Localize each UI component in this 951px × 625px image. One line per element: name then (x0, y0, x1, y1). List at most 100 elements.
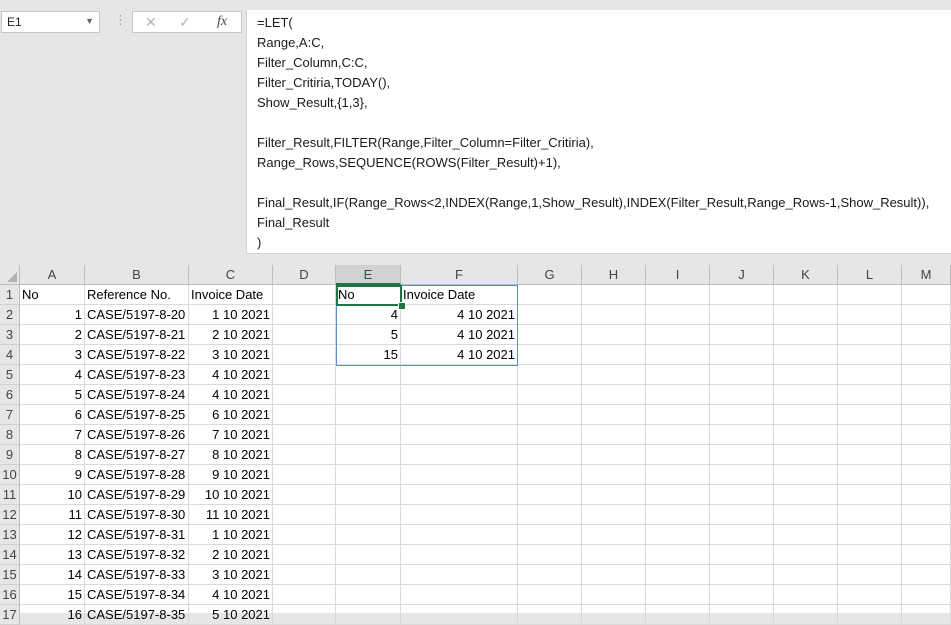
cell-a13[interactable]: 12 (20, 525, 85, 545)
cell-a9[interactable]: 8 (20, 445, 85, 465)
cell-b14[interactable]: CASE/5197-8-32 (85, 545, 189, 565)
cell-f16[interactable] (401, 585, 518, 605)
cell-d4[interactable] (273, 345, 336, 365)
cell-j14[interactable] (710, 545, 774, 565)
cell-f2[interactable]: 4 10 2021 (401, 305, 518, 325)
cell-m3[interactable] (902, 325, 951, 345)
cell-h8[interactable] (582, 425, 646, 445)
row-header[interactable]: 8 (0, 425, 20, 445)
cell-f6[interactable] (401, 385, 518, 405)
cell-c4[interactable]: 3 10 2021 (189, 345, 273, 365)
cell-j11[interactable] (710, 485, 774, 505)
cell-l15[interactable] (838, 565, 902, 585)
cell-g9[interactable] (518, 445, 582, 465)
column-header-h[interactable]: H (582, 265, 646, 285)
cell-h2[interactable] (582, 305, 646, 325)
cell-h13[interactable] (582, 525, 646, 545)
cell-c9[interactable]: 8 10 2021 (189, 445, 273, 465)
cell-d9[interactable] (273, 445, 336, 465)
cell-i5[interactable] (646, 365, 710, 385)
cell-h6[interactable] (582, 385, 646, 405)
row-header[interactable]: 4 (0, 345, 20, 365)
cell-i1[interactable] (646, 285, 710, 305)
cell-g17[interactable] (518, 605, 582, 625)
cell-j10[interactable] (710, 465, 774, 485)
cell-i9[interactable] (646, 445, 710, 465)
cell-b16[interactable]: CASE/5197-8-34 (85, 585, 189, 605)
cell-l3[interactable] (838, 325, 902, 345)
cell-e15[interactable] (336, 565, 401, 585)
cell-a4[interactable]: 3 (20, 345, 85, 365)
select-all-corner[interactable] (0, 265, 20, 285)
cell-h1[interactable] (582, 285, 646, 305)
cell-d14[interactable] (273, 545, 336, 565)
cell-e8[interactable] (336, 425, 401, 445)
cell-j1[interactable] (710, 285, 774, 305)
cell-c10[interactable]: 9 10 2021 (189, 465, 273, 485)
cell-d8[interactable] (273, 425, 336, 445)
name-box[interactable]: E1 ▼ (1, 11, 100, 33)
cell-i8[interactable] (646, 425, 710, 445)
cell-a10[interactable]: 9 (20, 465, 85, 485)
cell-h12[interactable] (582, 505, 646, 525)
cell-l11[interactable] (838, 485, 902, 505)
cell-m8[interactable] (902, 425, 951, 445)
cell-k3[interactable] (774, 325, 838, 345)
formula-input[interactable]: =LET(Range,A:C, Filter_Column,C:C, Filter_… (246, 10, 951, 254)
row-header[interactable]: 5 (0, 365, 20, 385)
cell-c2[interactable]: 1 10 2021 (189, 305, 273, 325)
row-header[interactable]: 15 (0, 565, 20, 585)
cell-g4[interactable] (518, 345, 582, 365)
cell-i12[interactable] (646, 505, 710, 525)
cell-i3[interactable] (646, 325, 710, 345)
cell-d1[interactable] (273, 285, 336, 305)
cell-e3[interactable]: 5 (336, 325, 401, 345)
cell-f4[interactable]: 4 10 2021 (401, 345, 518, 365)
cell-g1[interactable] (518, 285, 582, 305)
cell-h14[interactable] (582, 545, 646, 565)
cell-i2[interactable] (646, 305, 710, 325)
cell-e4[interactable]: 15 (336, 345, 401, 365)
cell-d15[interactable] (273, 565, 336, 585)
cell-k9[interactable] (774, 445, 838, 465)
cell-l12[interactable] (838, 505, 902, 525)
cell-k4[interactable] (774, 345, 838, 365)
cell-a15[interactable]: 14 (20, 565, 85, 585)
cell-m14[interactable] (902, 545, 951, 565)
cell-c14[interactable]: 2 10 2021 (189, 545, 273, 565)
cell-i14[interactable] (646, 545, 710, 565)
column-header-f[interactable]: F (401, 265, 518, 285)
cell-e7[interactable] (336, 405, 401, 425)
cell-f3[interactable]: 4 10 2021 (401, 325, 518, 345)
cell-d7[interactable] (273, 405, 336, 425)
cell-j16[interactable] (710, 585, 774, 605)
cell-g14[interactable] (518, 545, 582, 565)
cell-k1[interactable] (774, 285, 838, 305)
cell-g2[interactable] (518, 305, 582, 325)
cell-j17[interactable] (710, 605, 774, 625)
cell-m1[interactable] (902, 285, 951, 305)
cell-i4[interactable] (646, 345, 710, 365)
cell-d6[interactable] (273, 385, 336, 405)
cell-i10[interactable] (646, 465, 710, 485)
cell-b8[interactable]: CASE/5197-8-26 (85, 425, 189, 445)
cell-i16[interactable] (646, 585, 710, 605)
column-header-b[interactable]: B (85, 265, 189, 285)
cell-e13[interactable] (336, 525, 401, 545)
cancel-icon[interactable]: ✕ (145, 14, 157, 31)
cell-d17[interactable] (273, 605, 336, 625)
cell-f1[interactable]: Invoice Date (401, 285, 518, 305)
cell-a12[interactable]: 11 (20, 505, 85, 525)
cell-j12[interactable] (710, 505, 774, 525)
cell-h4[interactable] (582, 345, 646, 365)
cell-m7[interactable] (902, 405, 951, 425)
cell-g5[interactable] (518, 365, 582, 385)
cell-g3[interactable] (518, 325, 582, 345)
cell-e14[interactable] (336, 545, 401, 565)
enter-icon[interactable]: ✓ (179, 14, 191, 31)
cell-g12[interactable] (518, 505, 582, 525)
cell-f11[interactable] (401, 485, 518, 505)
cell-j5[interactable] (710, 365, 774, 385)
cell-g13[interactable] (518, 525, 582, 545)
cell-m17[interactable] (902, 605, 951, 625)
